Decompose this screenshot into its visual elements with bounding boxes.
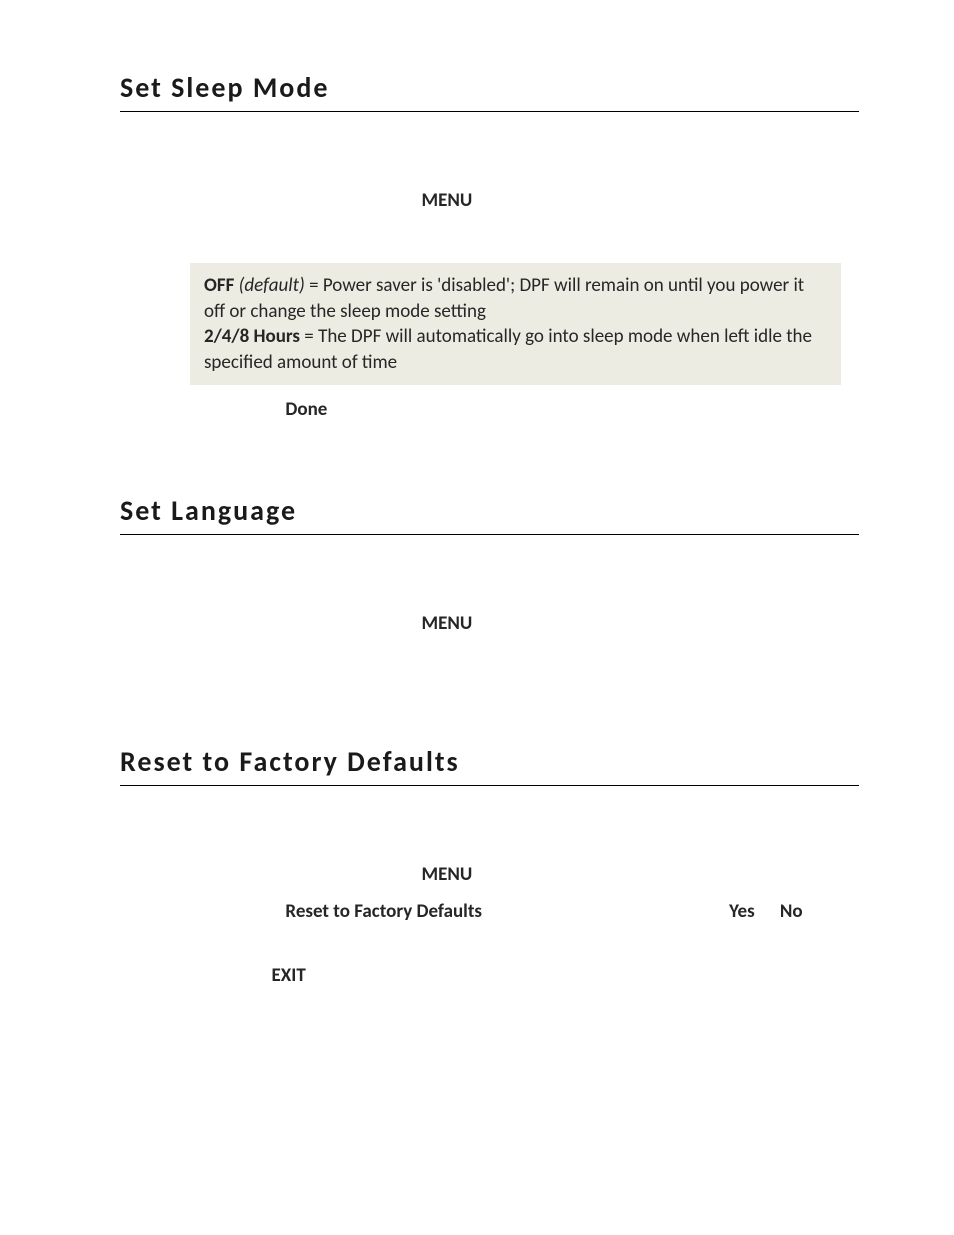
reset-step3-pre: 3. Press [190,964,254,987]
reset-intro: To reset all DPF settings to the factory… [120,816,859,842]
reset-step-1: 1. In the Settings menu, press MENU to s… [190,862,859,888]
heading-set-language: Set Language [120,493,859,535]
note-off-label: OFF [204,274,234,297]
sleep-step1-post: to select Sleep Mode. [472,189,643,212]
sleep-step-3: 3. Select Done when completed. [190,397,859,423]
note-off-default: (default) [234,274,304,297]
reset-yes-label: Yes [729,900,755,923]
reset-factory-label: Reset to Factory Defaults [285,900,482,923]
reset-step1-pre: 1. In the Settings menu, press [190,863,421,886]
sleep-step3-pre: 3. Select [190,398,259,421]
document-page: Set Sleep Mode To set the picture frame'… [0,0,954,1235]
sleep-step1-pre: 1. In the Settings menu, press [190,189,421,212]
reset-step-2: 2. Select Reset to Factory Defaults and … [190,899,859,950]
sleep-note-box: OFF (default) = Power saver is 'disabled… [190,263,841,386]
language-menu-label: MENU [421,612,472,635]
note-hours-label: 2/4/8 Hours [204,325,300,348]
reset-step2-or: or [755,900,780,923]
reset-step3-post: when completed. [306,964,445,987]
reset-no-label: No [780,900,803,923]
reset-step1-post: to select Defaults. [472,863,615,886]
sleep-done-label: Done [285,398,327,421]
language-step-1: 1. In the Settings menu, press MENU to s… [190,611,859,637]
sleep-step-2: 2. Select one of the options: [190,225,859,251]
language-intro: To select the language of the DPF's disp… [120,565,859,591]
reset-menu-label: MENU [421,863,472,886]
sleep-menu-label: MENU [421,189,472,212]
sleep-intro: To set the picture frame's sleep mode to… [120,142,859,168]
reset-step-3: 3. Press EXIT when completed. [190,963,859,989]
reset-step2-pre: 2. Select [190,900,259,923]
sleep-note-hours: 2/4/8 Hours = The DPF will automatically… [204,324,827,375]
reset-exit-label: EXIT [272,964,306,987]
reset-step2-mid: and then select [482,900,609,923]
heading-reset-factory: Reset to Factory Defaults [120,744,859,786]
language-step1-post: to select Language. [472,612,624,635]
heading-set-sleep-mode: Set Sleep Mode [120,70,859,112]
language-step-2: 2. Use the RIGHT/LEFT buttons to select … [190,648,859,674]
sleep-note-off: OFF (default) = Power saver is 'disabled… [204,273,827,324]
sleep-step-1: 1. In the Settings menu, press MENU to s… [190,188,859,214]
language-step1-pre: 1. In the Settings menu, press [190,612,421,635]
sleep-step3-post: when completed. [327,398,466,421]
